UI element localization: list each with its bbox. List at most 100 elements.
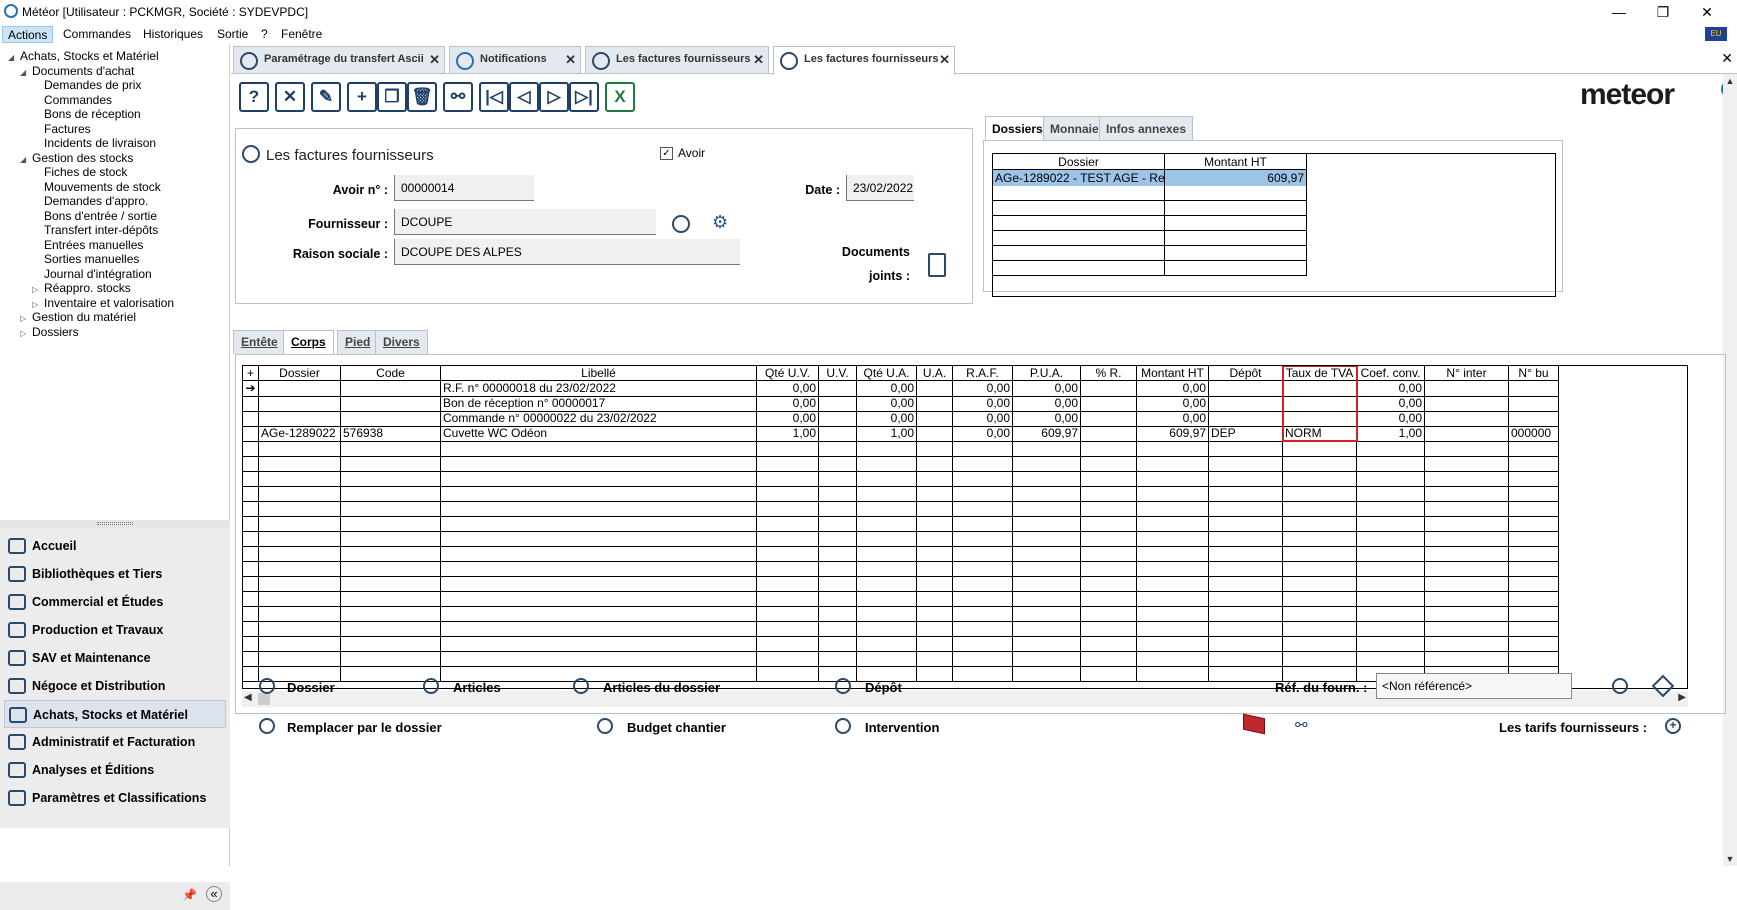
grid-cell[interactable] <box>819 516 857 532</box>
raison-sociale-field[interactable]: DCOUPE DES ALPES <box>394 239 740 265</box>
grid-column-header[interactable]: Dossier <box>259 366 341 381</box>
tree-expander-icon[interactable]: ▷ <box>20 326 32 342</box>
grid-cell[interactable] <box>1081 411 1137 427</box>
grid-cell[interactable] <box>1357 576 1425 592</box>
grid-cell[interactable] <box>819 561 857 577</box>
grid-cell[interactable] <box>1357 456 1425 472</box>
grid-cell[interactable] <box>1209 636 1283 652</box>
grid-cell[interactable] <box>1425 561 1509 577</box>
tab-factures-1[interactable]: Les factures fournisseurs ✕ <box>585 46 769 73</box>
grid-cell[interactable] <box>1283 456 1357 472</box>
module-item[interactable]: Paramètres et Classifications <box>4 784 226 812</box>
grid-cell[interactable] <box>1081 591 1137 607</box>
grid-cell[interactable] <box>1137 546 1209 562</box>
close-icon[interactable]: ✕ <box>429 52 440 68</box>
dossier-cell[interactable] <box>993 185 1165 201</box>
grid-cell[interactable] <box>1209 396 1283 412</box>
ref-fourn-field[interactable]: <Non référencé> <box>1376 673 1572 699</box>
grid-cell[interactable] <box>1137 606 1209 622</box>
scroll-up-icon[interactable]: ▲ <box>1724 76 1736 86</box>
dossier-cell[interactable] <box>993 215 1165 231</box>
grid-cell[interactable] <box>1509 516 1559 532</box>
grid-cell[interactable] <box>1137 651 1209 667</box>
grid-cell[interactable]: DEP <box>1209 426 1283 442</box>
dossier-cell[interactable] <box>993 200 1165 216</box>
grid-cell[interactable]: 0,00 <box>1013 381 1081 397</box>
grid-cell[interactable] <box>1283 471 1357 487</box>
grid-cell[interactable] <box>819 426 857 442</box>
grid-cell[interactable] <box>1081 441 1137 457</box>
grid-cell[interactable] <box>857 471 917 487</box>
scroll-right-icon[interactable]: ▶ <box>1678 692 1686 703</box>
grid-cell[interactable] <box>757 486 819 502</box>
grid-cell[interactable] <box>1357 591 1425 607</box>
grid-cell[interactable] <box>1081 486 1137 502</box>
grid-cell[interactable] <box>953 501 1013 517</box>
grid-cell[interactable] <box>857 486 917 502</box>
grid-cell[interactable]: 0,00 <box>1137 411 1209 427</box>
grid-cell[interactable] <box>953 621 1013 637</box>
grid-cell[interactable] <box>1013 456 1081 472</box>
grid-cell[interactable]: 0,00 <box>953 426 1013 442</box>
grid-cell[interactable] <box>757 636 819 652</box>
grid-cell[interactable] <box>441 651 757 667</box>
grid-cell[interactable] <box>1509 546 1559 562</box>
grid-cell[interactable] <box>819 636 857 652</box>
grid-cell[interactable] <box>441 606 757 622</box>
grid-cell[interactable] <box>757 591 819 607</box>
grid-cell[interactable] <box>1137 456 1209 472</box>
grid-cell[interactable] <box>1425 396 1509 412</box>
grid-cell[interactable]: 576938 <box>341 426 441 442</box>
grid-cell[interactable] <box>259 516 341 532</box>
grid-cell[interactable] <box>1509 531 1559 547</box>
dossier-cell[interactable] <box>993 260 1165 276</box>
grid-cell[interactable] <box>259 411 341 427</box>
grid-cell[interactable] <box>1425 636 1509 652</box>
maximize-button[interactable]: ❐ <box>1648 2 1678 22</box>
grid-cell[interactable] <box>1081 621 1137 637</box>
depot-lookup-icon[interactable] <box>835 678 851 694</box>
binoculars-icon[interactable]: ⚯ <box>1295 716 1308 734</box>
grid-cell[interactable] <box>917 606 953 622</box>
grid-cell[interactable]: 0,00 <box>1137 396 1209 412</box>
grid-cell[interactable] <box>819 531 857 547</box>
grid-cell[interactable] <box>441 441 757 457</box>
grid-cell[interactable]: 0,00 <box>1013 396 1081 412</box>
grid-cell[interactable]: 0,00 <box>953 381 1013 397</box>
grid-column-header[interactable]: Libellé <box>441 366 757 381</box>
table-row[interactable] <box>243 471 1559 487</box>
close-icon[interactable]: ✕ <box>939 52 950 68</box>
grid-cell[interactable] <box>441 591 757 607</box>
row-selector[interactable] <box>243 396 259 412</box>
grid-cell[interactable] <box>857 651 917 667</box>
next-button[interactable]: ▷ <box>539 82 569 112</box>
grid-cell[interactable] <box>953 606 1013 622</box>
grid-cell[interactable] <box>1283 546 1357 562</box>
grid-cell[interactable] <box>441 546 757 562</box>
tab-corps[interactable]: Corps <box>283 330 334 355</box>
grid-cell[interactable] <box>259 531 341 547</box>
grid-cell[interactable] <box>1013 636 1081 652</box>
grid-cell[interactable] <box>441 531 757 547</box>
row-selector[interactable] <box>243 621 259 637</box>
tab-dossiers[interactable]: Dossiers <box>985 116 1050 140</box>
sidebar-splitter[interactable] <box>0 520 230 528</box>
grid-cell[interactable] <box>1283 486 1357 502</box>
grid-cell[interactable] <box>857 516 917 532</box>
grid-cell[interactable]: Commande n° 00000022 du 23/02/2022 <box>441 411 757 427</box>
grid-cell[interactable] <box>1425 486 1509 502</box>
close-all-tabs-icon[interactable]: ✕ <box>1721 50 1733 67</box>
close-icon[interactable]: ✕ <box>565 52 576 68</box>
grid-cell[interactable] <box>953 456 1013 472</box>
grid-cell[interactable] <box>1425 441 1509 457</box>
tree-expander-icon[interactable]: ◢ <box>8 50 20 66</box>
grid-cell[interactable] <box>1137 501 1209 517</box>
grid-cell[interactable] <box>1137 471 1209 487</box>
grid-cell[interactable] <box>819 621 857 637</box>
tab-monnaie[interactable]: Monnaie <box>1043 116 1106 140</box>
grid-cell[interactable] <box>757 441 819 457</box>
grid-cell[interactable] <box>1509 396 1559 412</box>
grid-cell[interactable] <box>857 591 917 607</box>
row-selector[interactable] <box>243 651 259 667</box>
table-row[interactable] <box>243 651 1559 667</box>
